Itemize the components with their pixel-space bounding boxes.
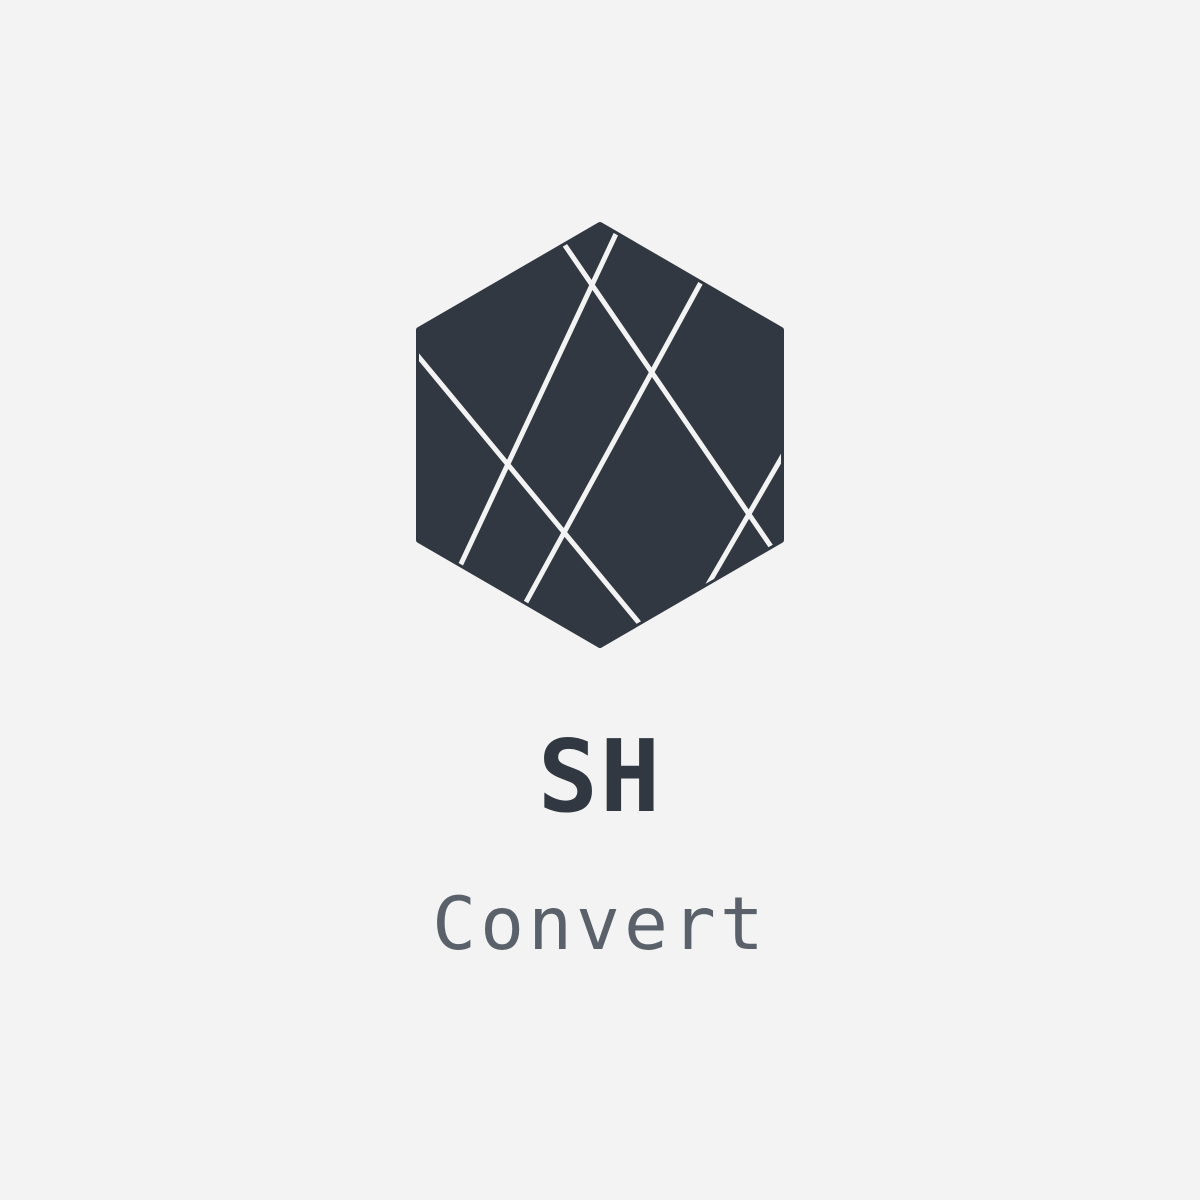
brand-title: SH [537, 718, 663, 835]
hexagon-shape [416, 222, 784, 648]
logo-page: SH Convert [0, 0, 1200, 1200]
brand-subtitle: Convert [432, 882, 768, 967]
faceted-hexagon-icon [416, 222, 784, 648]
